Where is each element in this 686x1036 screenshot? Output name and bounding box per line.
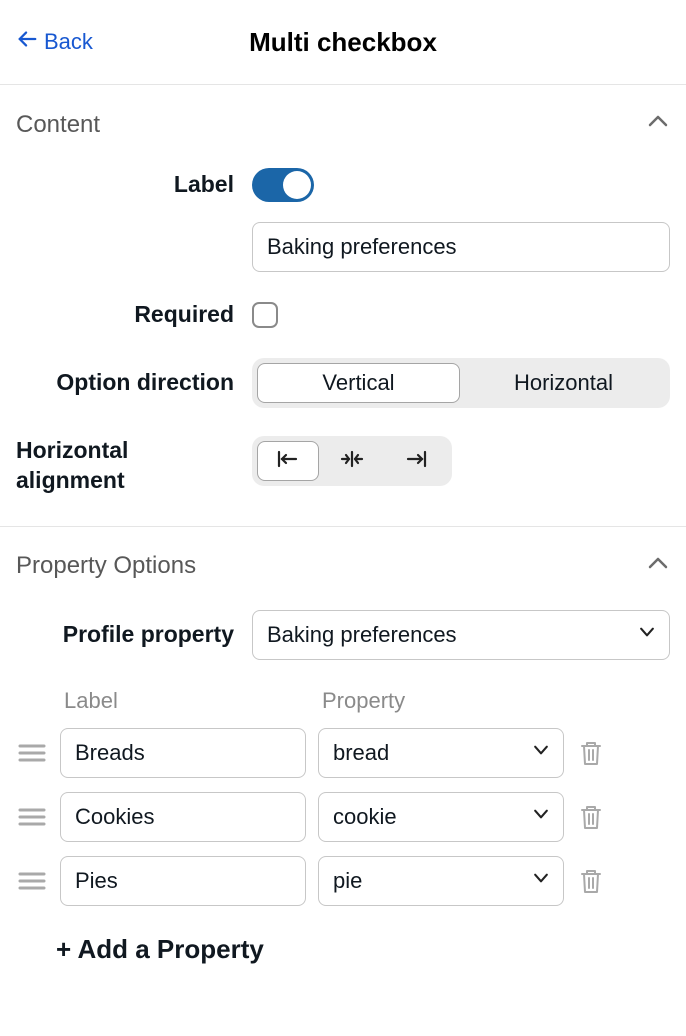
add-property-label: + Add a Property — [56, 934, 264, 965]
label-input[interactable] — [252, 222, 670, 272]
drag-handle-icon[interactable] — [16, 742, 48, 764]
chevron-down-icon — [531, 868, 551, 894]
align-right-button[interactable] — [385, 441, 447, 481]
chevron-down-icon — [531, 804, 551, 830]
align-right-icon — [404, 448, 428, 474]
align-center-icon — [340, 448, 364, 474]
back-button[interactable]: Back — [16, 28, 93, 56]
drag-handle-icon[interactable] — [16, 870, 48, 892]
required-label: Required — [16, 300, 252, 330]
back-label: Back — [44, 29, 93, 55]
required-checkbox[interactable] — [252, 302, 278, 328]
profile-property-select[interactable]: Baking preferences — [252, 610, 670, 660]
option-property-value: cookie — [333, 804, 397, 830]
add-property-button[interactable]: + Add a Property — [56, 934, 264, 965]
align-left-icon — [276, 448, 300, 474]
page-title: Multi checkbox — [249, 27, 437, 58]
align-left-button[interactable] — [257, 441, 319, 481]
delete-option-button[interactable] — [576, 868, 606, 894]
align-center-button[interactable] — [321, 441, 383, 481]
drag-handle-icon[interactable] — [16, 806, 48, 828]
horizontal-alignment-label: Horizontal alignment — [16, 436, 252, 496]
label-toggle[interactable] — [252, 168, 314, 202]
chevron-up-icon[interactable] — [646, 109, 670, 140]
chevron-down-icon — [637, 622, 657, 648]
property-option-row: cookie — [16, 792, 670, 842]
section-title-property-options: Property Options — [16, 552, 196, 580]
delete-option-button[interactable] — [576, 740, 606, 766]
arrow-left-icon — [16, 28, 38, 56]
property-option-row: pie — [16, 856, 670, 906]
property-option-row: bread — [16, 728, 670, 778]
profile-property-value: Baking preferences — [267, 622, 457, 648]
section-title-content: Content — [16, 111, 100, 139]
option-property-select[interactable]: pie — [318, 856, 564, 906]
option-property-value: pie — [333, 868, 362, 894]
profile-property-label: Profile property — [16, 620, 252, 650]
option-property-select[interactable]: cookie — [318, 792, 564, 842]
label-field-label: Label — [16, 170, 252, 200]
chevron-down-icon — [531, 740, 551, 766]
option-direction-label: Option direction — [16, 368, 252, 398]
option-direction-vertical[interactable]: Vertical — [257, 363, 460, 403]
chevron-up-icon[interactable] — [646, 551, 670, 582]
column-header-label: Label — [64, 688, 322, 714]
column-header-property: Property — [322, 688, 670, 714]
option-property-value: bread — [333, 740, 389, 766]
option-property-select[interactable]: bread — [318, 728, 564, 778]
option-label-input[interactable] — [60, 792, 306, 842]
option-label-input[interactable] — [60, 728, 306, 778]
option-direction-horizontal[interactable]: Horizontal — [462, 363, 665, 403]
delete-option-button[interactable] — [576, 804, 606, 830]
option-label-input[interactable] — [60, 856, 306, 906]
